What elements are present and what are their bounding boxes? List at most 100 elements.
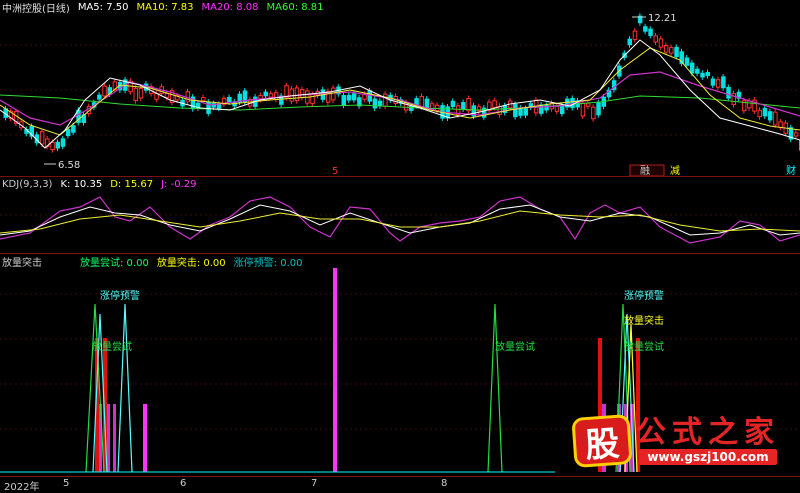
candle-body <box>378 101 382 106</box>
candle-body <box>51 142 55 149</box>
event-label-jian: 减 <box>670 165 680 176</box>
candle-body <box>664 46 668 53</box>
candle-body <box>295 88 299 101</box>
annot-breakout: 放量突击 <box>624 314 664 327</box>
candle-body <box>451 101 455 106</box>
candle-body <box>524 109 528 115</box>
candle-body <box>560 106 564 114</box>
low-price-label: 6.58 <box>58 160 80 171</box>
candle-body <box>103 86 107 96</box>
candle-body <box>706 73 710 76</box>
candle-body <box>586 103 590 106</box>
candle-body <box>493 101 497 108</box>
event-label-5: 5 <box>332 166 338 176</box>
candle-body <box>368 91 372 101</box>
candle-body <box>61 139 64 146</box>
candle-body <box>56 142 60 148</box>
breakout-grid <box>0 294 800 429</box>
candle-body <box>290 89 294 101</box>
candle-body <box>685 58 689 65</box>
candle-body <box>425 99 429 107</box>
candle-body <box>228 97 232 102</box>
signal-bars <box>95 268 640 472</box>
candle-body <box>581 103 585 116</box>
candle-body <box>300 90 304 98</box>
axis-jul: 7 <box>311 478 317 489</box>
candle-body <box>644 27 648 31</box>
candle-body <box>139 89 143 98</box>
candle-body <box>436 105 440 110</box>
candle-body <box>716 80 720 87</box>
candle-body <box>592 107 596 118</box>
candle-body <box>264 92 268 96</box>
candle-body <box>654 36 658 42</box>
candle-body <box>332 88 336 100</box>
candle-body <box>659 39 663 47</box>
annot-try-2: 放量尝试 <box>495 340 535 353</box>
candle-body <box>722 77 726 88</box>
candle-body <box>711 79 715 85</box>
candle-body <box>690 63 694 73</box>
candle-body <box>670 48 674 54</box>
event-label-rong: 融 <box>640 165 650 176</box>
logo-glyph: 股 <box>575 417 630 465</box>
candle-body <box>347 95 351 100</box>
candle-body <box>727 87 731 98</box>
candle-body <box>701 73 705 77</box>
candle-body <box>758 110 762 116</box>
candle-body <box>628 39 632 45</box>
candle-body <box>217 105 221 109</box>
signal-spikes <box>86 304 637 472</box>
candle-body <box>384 94 388 106</box>
candle-body <box>649 29 653 35</box>
candlesticks <box>4 13 800 153</box>
candle-body <box>555 106 559 111</box>
kdj-chart <box>0 177 800 253</box>
candle-body <box>514 104 518 116</box>
axis-aug: 8 <box>441 478 447 489</box>
candle-body <box>633 31 637 39</box>
candle-body <box>373 99 377 108</box>
candle-body <box>462 102 466 109</box>
high-price-label: 12.21 <box>648 13 677 24</box>
candle-body <box>467 98 471 110</box>
annot-try-3: 放量尝试 <box>624 340 664 353</box>
kdj-j-line <box>0 197 800 243</box>
axis-jun: 6 <box>180 478 186 489</box>
candle-body <box>311 94 315 103</box>
axis-may: 5 <box>63 478 69 489</box>
candle-body <box>72 126 76 133</box>
candle-body <box>774 112 778 125</box>
annot-limitup-1: 涨停预警 <box>100 289 140 302</box>
candle-body <box>342 96 346 106</box>
price-chart: 12.21 6.58 5 融 减 财 <box>0 0 800 176</box>
candle-body <box>66 129 70 135</box>
candle-body <box>696 69 700 73</box>
candle-body <box>134 88 138 100</box>
logo-url: www.gszj100.com <box>639 449 776 465</box>
logo-name: 公式之家 <box>636 417 780 449</box>
price-panel[interactable]: 中洲控股(日线) MA5: 7.50 MA10: 7.83 MA20: 8.08… <box>0 0 800 176</box>
candle-body <box>98 95 102 99</box>
candle-body <box>763 108 767 115</box>
candle-body <box>420 96 424 106</box>
candle-body <box>748 101 752 108</box>
candle-body <box>410 106 414 110</box>
candle-body <box>597 103 601 115</box>
candle-body <box>779 122 783 127</box>
time-axis: 2022年 5 6 7 8 <box>0 476 800 492</box>
candle-body <box>675 47 679 56</box>
kdj-panel[interactable]: KDJ(9,3,3) K: 10.35 D: 15.67 J: -0.29 <box>0 177 800 253</box>
candle-body <box>768 112 772 120</box>
candle-body <box>352 94 356 100</box>
candle-body <box>794 133 798 136</box>
candle-body <box>40 132 44 144</box>
candle-body <box>165 94 169 98</box>
kdj-k-line <box>0 205 800 235</box>
candle-body <box>540 105 544 113</box>
annot-try-1: 放量尝试 <box>92 340 132 353</box>
candle-body <box>269 94 273 97</box>
event-label-cai: 财 <box>786 164 796 176</box>
annot-limitup-2: 涨停预警 <box>624 289 664 302</box>
candle-body <box>202 98 206 101</box>
